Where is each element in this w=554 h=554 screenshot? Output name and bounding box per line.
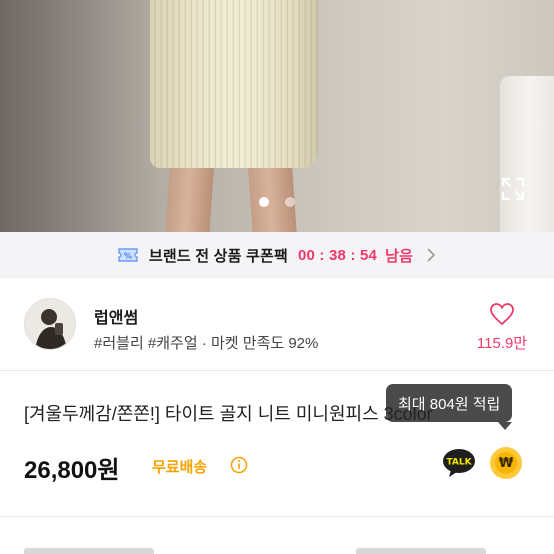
point-reward-button[interactable]: ₩ bbox=[490, 447, 522, 479]
tooltip-arrow bbox=[498, 422, 512, 430]
section-divider bbox=[0, 370, 554, 371]
coupon-banner[interactable]: % 브랜드 전 상품 쿠폰팩 00 : 38 : 54 남음 bbox=[0, 232, 554, 278]
seller-avatar[interactable] bbox=[24, 298, 76, 350]
product-photo-skirt bbox=[150, 0, 318, 168]
seller-satisfaction: 마켓 만족도 92% bbox=[211, 335, 319, 352]
won-coin-icon: ₩ bbox=[495, 452, 517, 474]
kakao-talk-icon[interactable]: TALK bbox=[442, 448, 476, 478]
seller-name[interactable]: 럽앤썸 bbox=[94, 304, 138, 328]
next-section-peek bbox=[0, 518, 554, 554]
coupon-ticket-icon: % bbox=[118, 248, 138, 262]
heart-icon bbox=[490, 303, 514, 326]
like-count: 115.9만 bbox=[476, 335, 528, 352]
shipping-label: 무료배송 bbox=[152, 459, 208, 476]
seller-tags: #러블리 #캐주얼 bbox=[94, 335, 198, 352]
section-divider-bottom bbox=[0, 516, 554, 517]
coupon-title: 브랜드 전 상품 쿠폰팩 bbox=[148, 247, 288, 265]
carousel-dot[interactable] bbox=[284, 197, 295, 207]
avatar-image-icon bbox=[25, 299, 75, 349]
meta-separator: · bbox=[201, 335, 207, 352]
coupon-timer: 00 : 38 : 54 bbox=[297, 246, 378, 264]
peek-text-left bbox=[24, 548, 154, 554]
expand-icon[interactable] bbox=[500, 176, 526, 202]
seller-info[interactable]: 럽앤썸 #러블리 #캐주얼 · 마켓 만족도 92% 115.9만 bbox=[0, 278, 554, 370]
peek-text-right bbox=[356, 548, 486, 554]
carousel-indicator bbox=[0, 192, 554, 211]
svg-text:%: % bbox=[124, 252, 132, 261]
info-icon[interactable] bbox=[230, 456, 248, 474]
coupon-timer-suffix: 남음 bbox=[385, 247, 414, 265]
chevron-right-icon bbox=[427, 248, 436, 262]
product-title: [겨울두께감/쫀쫀!] 타이트 골지 니트 미니원피스 3color bbox=[24, 404, 433, 424]
carousel-dot-active[interactable] bbox=[259, 197, 270, 207]
talk-label: TALK bbox=[446, 458, 472, 468]
seller-meta: #러블리 #캐주얼 · 마켓 만족도 92% bbox=[94, 332, 318, 353]
like-button[interactable]: 115.9만 bbox=[470, 302, 534, 353]
product-price: 26,800원 bbox=[24, 457, 120, 484]
point-tooltip: 최대 804원 적립 bbox=[386, 384, 513, 422]
product-image-carousel[interactable] bbox=[0, 0, 554, 232]
